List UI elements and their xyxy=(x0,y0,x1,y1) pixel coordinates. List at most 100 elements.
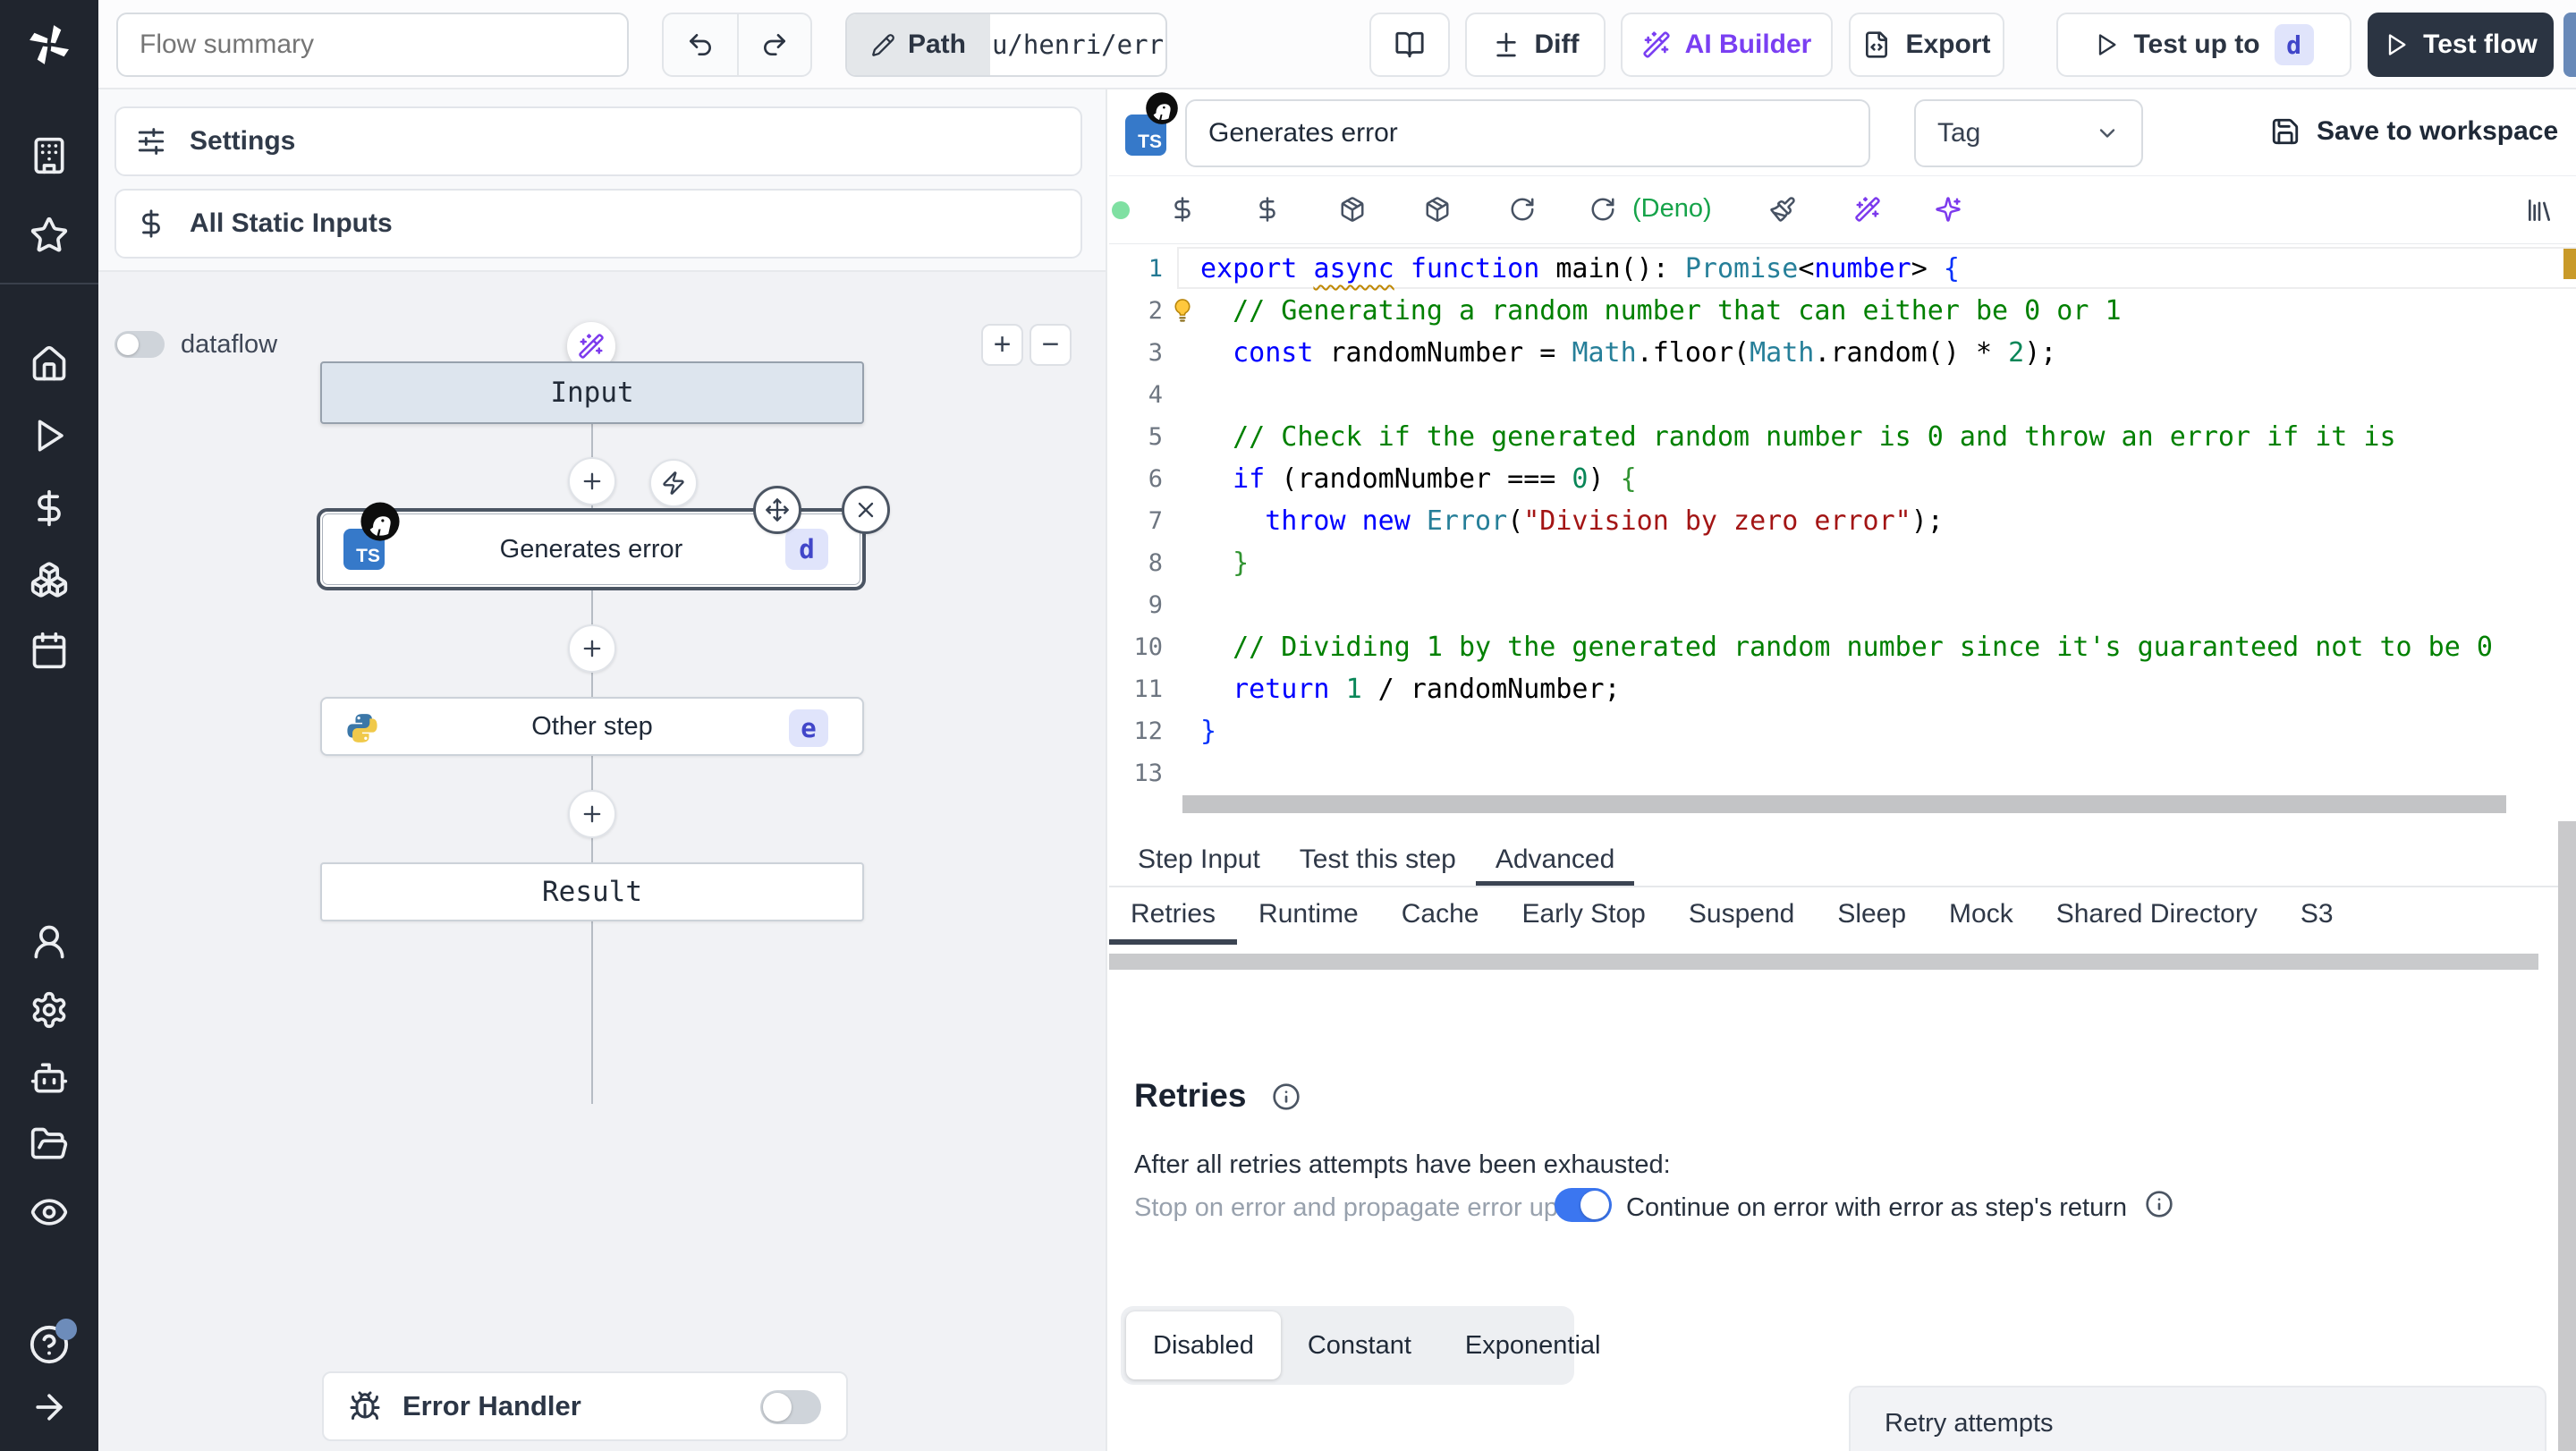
info-icon[interactable] xyxy=(1272,1082,1301,1111)
code-line[interactable]: 3 const randomNumber = Math.floor(Math.r… xyxy=(1109,332,2576,374)
reload-icon[interactable] xyxy=(1509,196,1536,223)
flow-summary-input[interactable] xyxy=(116,13,629,77)
editor-horizontal-scrollbar[interactable] xyxy=(1182,795,2506,813)
step-tabs: Step Input Test this step Advanced xyxy=(1109,837,2576,887)
home-icon[interactable] xyxy=(30,344,69,384)
subtab-runtime[interactable]: Runtime xyxy=(1237,889,1380,945)
code-line[interactable]: 11 return 1 / randomNumber; xyxy=(1109,668,2576,710)
subtab-mock[interactable]: Mock xyxy=(1928,889,2035,945)
error-handler-card[interactable]: Error Handler xyxy=(322,1371,848,1441)
code-line[interactable]: 13 xyxy=(1109,752,2576,794)
expand-sidebar-arrow-icon[interactable] xyxy=(30,1387,69,1427)
test-flow-button[interactable]: Test flow xyxy=(2368,13,2554,77)
graph-node-input[interactable]: Input xyxy=(320,361,864,424)
collapsed-panel-handle[interactable] xyxy=(2563,13,2576,77)
resources-boxes-icon[interactable] xyxy=(30,560,69,599)
line-number: 6 xyxy=(1148,465,1163,493)
audit-eye-icon[interactable] xyxy=(30,1192,69,1232)
subtab-retries[interactable]: Retries xyxy=(1109,889,1238,945)
panel-vertical-scrollbar[interactable] xyxy=(2558,821,2576,1451)
file-code-icon xyxy=(1862,30,1891,59)
tab-advanced[interactable]: Advanced xyxy=(1475,837,1635,886)
undo-redo-group xyxy=(662,13,812,77)
workers-bot-icon[interactable] xyxy=(30,1058,69,1098)
move-node-button[interactable] xyxy=(753,486,801,534)
code-line[interactable]: 12} xyxy=(1109,710,2576,752)
code-editor[interactable]: 1 export async function main(): Promise<n… xyxy=(1109,244,2576,817)
runs-play-icon[interactable] xyxy=(30,417,68,454)
code-text: if (randomNumber === 0) { xyxy=(1233,463,1637,495)
zoom-out-button[interactable]: − xyxy=(1030,324,1072,366)
save-to-workspace-button[interactable]: Save to workspace xyxy=(2270,116,2558,147)
code-line[interactable]: 7 throw new Error("Division by zero erro… xyxy=(1109,500,2576,542)
library-icon[interactable] xyxy=(2525,196,2554,225)
resources-dollar-icon[interactable] xyxy=(1254,196,1281,223)
ai-builder-button[interactable]: AI Builder xyxy=(1621,13,1833,77)
settings-gear-icon[interactable] xyxy=(30,990,69,1030)
variables-dollar-icon[interactable] xyxy=(30,488,69,528)
code-line[interactable]: 9 xyxy=(1109,584,2576,626)
workspace-building-icon[interactable] xyxy=(30,136,69,175)
dataflow-toggle[interactable] xyxy=(114,331,165,358)
tag-select[interactable]: Tag xyxy=(1914,99,2143,167)
tab-test-this-step[interactable]: Test this step xyxy=(1280,837,1476,886)
package-icon[interactable] xyxy=(1339,196,1366,223)
step-name-input[interactable] xyxy=(1185,99,1870,167)
reload-icon[interactable] xyxy=(1589,196,1616,223)
graph-node-result[interactable]: Result xyxy=(320,862,864,921)
retry-mode-disabled[interactable]: Disabled xyxy=(1126,1311,1281,1379)
test-up-to-button[interactable]: Test up to d xyxy=(2056,13,2351,77)
path-button-label: Path xyxy=(907,30,966,59)
subtab-shared-directory[interactable]: Shared Directory xyxy=(2035,889,2279,945)
variables-dollar-icon[interactable] xyxy=(1169,196,1196,223)
schedules-calendar-icon[interactable] xyxy=(30,631,69,670)
zoom-in-button[interactable]: + xyxy=(981,324,1023,366)
ai-wand-icon[interactable] xyxy=(1854,196,1881,223)
favorites-star-icon[interactable] xyxy=(30,216,69,255)
retry-mode-exponential[interactable]: Exponential xyxy=(1438,1311,1628,1379)
subtab-s3[interactable]: S3 xyxy=(2279,889,2355,945)
package-icon[interactable] xyxy=(1424,196,1451,223)
error-handler-toggle[interactable] xyxy=(760,1390,821,1424)
subtabs-scrollbar[interactable] xyxy=(1109,954,2538,970)
lightbulb-icon[interactable] xyxy=(1168,295,1197,324)
code-line[interactable]: 10 // Dividing 1 by the generated random… xyxy=(1109,626,2576,668)
flow-panel: Settings All Static Inputs dataflow + − … xyxy=(98,89,1107,1451)
add-step-button[interactable] xyxy=(568,790,616,838)
line-number: 13 xyxy=(1133,759,1163,787)
static-inputs-button[interactable]: All Static Inputs xyxy=(114,189,1082,259)
tab-step-input[interactable]: Step Input xyxy=(1118,837,1280,886)
subtab-sleep[interactable]: Sleep xyxy=(1816,889,1928,945)
code-line[interactable]: 8 } xyxy=(1109,542,2576,584)
flow-settings-button[interactable]: Settings xyxy=(114,106,1082,176)
code-line[interactable]: 6 if (randomNumber === 0) { xyxy=(1109,458,2576,500)
undo-icon[interactable] xyxy=(664,30,737,59)
code-line[interactable]: 5 // Check if the generated random numbe… xyxy=(1109,416,2576,458)
subtab-suspend[interactable]: Suspend xyxy=(1667,889,1816,945)
users-icon[interactable] xyxy=(30,922,69,962)
code-line[interactable]: 4 xyxy=(1109,374,2576,416)
diff-button[interactable]: Diff xyxy=(1465,13,1606,77)
path-group[interactable]: Path u/henri/err xyxy=(845,13,1167,77)
export-button[interactable]: Export xyxy=(1849,13,2004,77)
format-brush-icon[interactable] xyxy=(1769,196,1796,223)
subtab-early-stop[interactable]: Early Stop xyxy=(1500,889,1666,945)
graph-node-other-step[interactable]: Other step e xyxy=(320,697,864,756)
sidebar-divider xyxy=(0,283,98,284)
trigger-zap-button[interactable] xyxy=(649,459,698,507)
subtab-cache[interactable]: Cache xyxy=(1380,889,1501,945)
add-step-button[interactable] xyxy=(568,457,616,505)
windmill-logo-icon[interactable] xyxy=(24,20,74,70)
retry-mode-constant[interactable]: Constant xyxy=(1281,1311,1438,1379)
info-icon[interactable] xyxy=(2145,1190,2174,1218)
code-line[interactable]: 1 export async function main(): Promise<n… xyxy=(1109,248,2576,290)
delete-node-button[interactable] xyxy=(842,486,890,534)
runtime-deno-label[interactable]: (Deno) xyxy=(1632,194,1712,224)
folders-icon[interactable] xyxy=(30,1124,69,1164)
ai-sparkles-icon[interactable] xyxy=(1935,196,1962,223)
redo-icon[interactable] xyxy=(739,30,810,59)
docs-button[interactable] xyxy=(1369,13,1450,77)
add-step-button[interactable] xyxy=(568,624,616,673)
error-behavior-toggle[interactable] xyxy=(1555,1188,1612,1222)
code-line[interactable]: 2 // Generating a random number that can… xyxy=(1109,290,2576,332)
